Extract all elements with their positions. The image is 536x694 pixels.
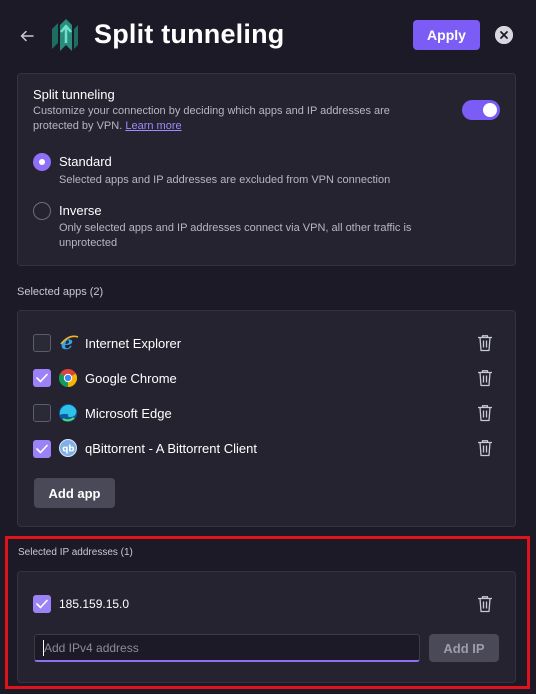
split-tunneling-description: Customize your connection by deciding wh…: [33, 104, 433, 134]
selected-ips-card: [17, 571, 516, 683]
trash-icon: [478, 405, 492, 422]
trash-icon: [478, 335, 492, 352]
app-name: Internet Explorer: [85, 336, 182, 351]
app-checkbox-microsoft-edge[interactable]: [33, 404, 51, 422]
inverse-description: Only selected apps and IP addresses conn…: [59, 222, 412, 249]
checkmark-icon: [36, 444, 48, 454]
page-title: Split tunneling: [94, 19, 285, 49]
delete-ip-button[interactable]: [477, 595, 493, 613]
internet-explorer-icon: e: [59, 332, 79, 354]
trash-icon: [478, 596, 492, 613]
text-cursor: [43, 640, 44, 656]
selected-apps-label: Selected apps (2): [17, 286, 104, 298]
radio-standard[interactable]: [33, 153, 51, 171]
ip-address-input[interactable]: [34, 634, 420, 662]
ip-address: 185.159.15.0: [59, 597, 130, 611]
learn-more-link[interactable]: Learn more: [125, 120, 181, 132]
app-checkbox-qbittorrent[interactable]: [33, 440, 51, 458]
app-checkbox-google-chrome[interactable]: [33, 369, 51, 387]
close-icon: [495, 26, 513, 44]
toggle-knob: [483, 103, 497, 117]
delete-qbittorrent-button[interactable]: [477, 439, 493, 457]
app-logo-icon: [46, 15, 82, 55]
radio-inverse[interactable]: [33, 202, 51, 220]
add-app-button[interactable]: Add app: [34, 478, 115, 508]
app-name: Microsoft Edge: [85, 406, 172, 421]
split-tunneling-toggle[interactable]: [462, 100, 500, 120]
delete-internet-explorer-button[interactable]: [477, 334, 493, 352]
inverse-label: Inverse: [59, 203, 102, 218]
arrow-left-icon: [20, 30, 34, 42]
back-button[interactable]: [16, 25, 38, 47]
trash-icon: [478, 370, 492, 387]
app-name: qBittorrent - A Bittorrent Client: [85, 441, 257, 456]
apply-button[interactable]: Apply: [413, 20, 480, 50]
chrome-icon: [58, 369, 78, 387]
checkmark-icon: [36, 599, 48, 609]
edge-icon: [59, 404, 77, 422]
qbittorrent-icon: qb: [59, 439, 77, 457]
app-checkbox-internet-explorer[interactable]: [33, 334, 51, 352]
standard-label: Standard: [59, 154, 112, 169]
add-ip-button[interactable]: Add IP: [429, 634, 499, 662]
svg-text:qb: qb: [62, 445, 74, 455]
standard-description: Selected apps and IP addresses are exclu…: [59, 174, 391, 186]
app-name: Google Chrome: [85, 371, 177, 386]
delete-microsoft-edge-button[interactable]: [477, 404, 493, 422]
description-text: Customize your connection by deciding wh…: [33, 105, 390, 132]
trash-icon: [478, 440, 492, 457]
checkmark-icon: [36, 373, 48, 383]
delete-google-chrome-button[interactable]: [477, 369, 493, 387]
selected-ips-label: Selected IP addresses (1): [18, 547, 133, 558]
close-button[interactable]: [495, 26, 513, 44]
ip-checkbox[interactable]: [33, 595, 51, 613]
split-tunneling-title: Split tunneling: [33, 87, 115, 102]
